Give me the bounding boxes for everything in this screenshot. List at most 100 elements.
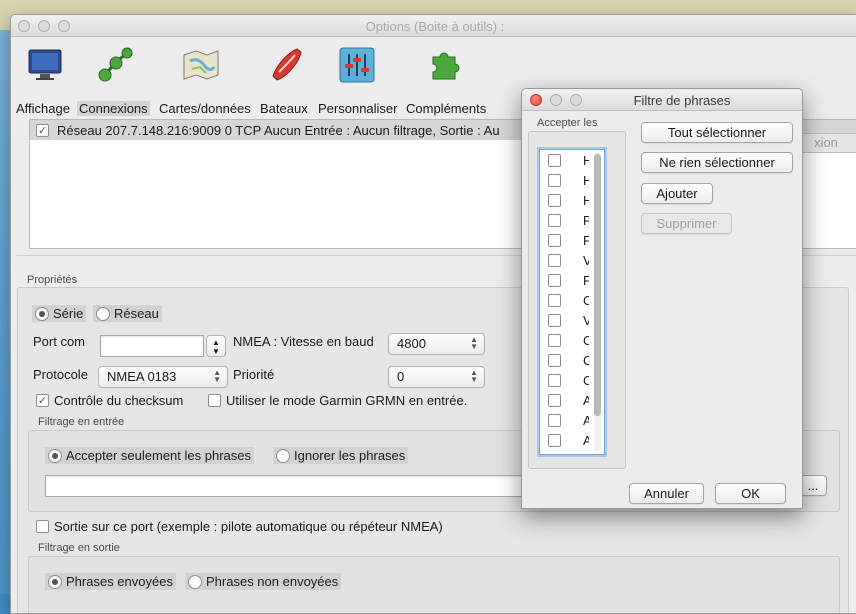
- sentence-label: V: [583, 253, 589, 268]
- monitor-icon: [23, 43, 67, 87]
- tab-personnaliser[interactable]: Personnaliser: [318, 43, 398, 116]
- radio-serie-control[interactable]: [35, 306, 49, 321]
- select-arrows-icon: ▲ ▼: [213, 368, 221, 384]
- radio-reseau[interactable]: Réseau: [93, 305, 162, 322]
- radio-accept-only-control[interactable]: [48, 448, 62, 463]
- select-all-button[interactable]: Tout sélectionner: [641, 122, 793, 143]
- radio-sent-control[interactable]: [48, 574, 62, 589]
- checksum-option[interactable]: ✓ Contrôle du checksum: [36, 393, 183, 408]
- sentence-checkbox[interactable]: [548, 313, 561, 327]
- output-filter-title: Filtrage en sortie: [38, 542, 120, 554]
- close-dialog-icon[interactable]: [530, 94, 542, 106]
- sliders-icon: [335, 43, 379, 87]
- tab-cartes-label: Cartes/données: [159, 101, 251, 116]
- sentence-label: A: [583, 393, 589, 408]
- port-com-field[interactable]: [100, 335, 204, 357]
- radio-accept-only-label: Accepter seulement les phrases: [66, 448, 251, 463]
- tab-cartes[interactable]: Cartes/données: [159, 43, 251, 116]
- sentence-filter-dialog: Filtre de phrases Accepter les HHHFFVFCV…: [521, 88, 803, 509]
- sentence-checkbox[interactable]: [548, 173, 561, 187]
- ok-button[interactable]: OK: [715, 483, 786, 504]
- radio-not-sent-label: Phrases non envoyées: [206, 574, 339, 589]
- sentence-list[interactable]: HHHFFVFCVCCCAAA: [539, 149, 605, 455]
- map-icon: [179, 43, 223, 87]
- connection-enabled-checkbox[interactable]: ✓: [36, 123, 49, 137]
- port-com-stepper[interactable]: ▲ ▼: [206, 335, 226, 357]
- sentence-checkbox[interactable]: [548, 273, 561, 287]
- remove-sentence-button[interactable]: Supprimer: [641, 213, 732, 234]
- garmin-option[interactable]: Utiliser le mode Garmin GRMN en entrée.: [208, 393, 467, 408]
- sentence-checkbox[interactable]: [548, 333, 561, 347]
- sentence-checkbox[interactable]: [548, 253, 561, 267]
- sentence-checkbox[interactable]: [548, 393, 561, 407]
- radio-ignore[interactable]: Ignorer les phrases: [273, 447, 409, 464]
- scrollbar-thumb[interactable]: [594, 154, 601, 416]
- radio-serie[interactable]: Série: [32, 305, 87, 322]
- sentence-list-scrollbar[interactable]: [594, 152, 601, 452]
- protocol-select[interactable]: NMEA 0183 ▲ ▼: [98, 366, 228, 388]
- port-com-label: Port com: [33, 334, 86, 349]
- input-filter-title: Filtrage en entrée: [38, 416, 125, 428]
- output-checkbox[interactable]: [36, 520, 49, 533]
- tab-complements-label: Compléments: [406, 101, 487, 116]
- tab-personnaliser-label: Personnaliser: [318, 101, 398, 116]
- radio-reseau-control[interactable]: [96, 306, 110, 321]
- radio-ignore-control[interactable]: [276, 448, 290, 463]
- sentence-label: H: [583, 193, 589, 208]
- tab-connexions[interactable]: Connexions: [77, 43, 150, 116]
- input-sentence-field[interactable]: [45, 475, 535, 497]
- sentence-checkbox[interactable]: [548, 153, 561, 167]
- puzzle-piece-icon: [423, 43, 467, 87]
- sentence-label: F: [583, 213, 589, 228]
- sentence-label: H: [583, 173, 589, 188]
- tab-bateaux-label: Bateaux: [260, 101, 308, 116]
- select-none-button[interactable]: Ne rien sélectionner: [641, 152, 793, 173]
- tab-connexions-label: Connexions: [77, 101, 150, 116]
- edit-input-sentences-button[interactable]: ...: [799, 475, 827, 496]
- add-sentence-button[interactable]: Ajouter: [641, 183, 713, 204]
- sentence-label: V: [583, 313, 589, 328]
- dialog-titlebar[interactable]: Filtre de phrases: [522, 89, 802, 111]
- output-option[interactable]: Sortie sur ce port (exemple : pilote aut…: [36, 519, 443, 534]
- sentence-checkbox[interactable]: [548, 353, 561, 367]
- radio-not-sent[interactable]: Phrases non envoyées: [185, 573, 342, 590]
- dialog-title: Filtre de phrases: [633, 93, 731, 108]
- radio-sent[interactable]: Phrases envoyées: [45, 573, 176, 590]
- window-title: Options (Boite à outils) :: [365, 19, 505, 34]
- sentence-checkbox[interactable]: [548, 213, 561, 227]
- sentence-checkbox[interactable]: [548, 233, 561, 247]
- window-titlebar[interactable]: Options (Boite à outils) :: [11, 15, 856, 37]
- sentence-checkbox[interactable]: [548, 293, 561, 307]
- sentence-checkbox[interactable]: [548, 373, 561, 387]
- sentence-checkbox[interactable]: [548, 193, 561, 207]
- sentence-label: C: [583, 353, 589, 368]
- tab-affichage[interactable]: Affichage: [16, 43, 70, 116]
- sentence-label: C: [583, 293, 589, 308]
- baud-rate-label: NMEA : Vitesse en baud: [233, 334, 374, 349]
- tab-affichage-label: Affichage: [16, 101, 70, 116]
- baud-rate-select[interactable]: 4800 ▲ ▼: [388, 333, 485, 355]
- priority-select[interactable]: 0 ▲ ▼: [388, 366, 485, 388]
- radio-accept-only[interactable]: Accepter seulement les phrases: [45, 447, 254, 464]
- sentence-label: C: [583, 373, 589, 388]
- tab-complements[interactable]: Compléments: [406, 43, 486, 116]
- radio-sent-label: Phrases envoyées: [66, 574, 173, 589]
- minimize-dialog-icon[interactable]: [550, 94, 562, 106]
- select-arrows-icon: ▲ ▼: [470, 368, 478, 384]
- sentence-label: C: [583, 333, 589, 348]
- radio-ignore-label: Ignorer les phrases: [294, 448, 406, 463]
- sentence-checkbox[interactable]: [548, 413, 561, 427]
- accept-group-title: Accepter les: [537, 117, 598, 129]
- cancel-button[interactable]: Annuler: [629, 483, 704, 504]
- tab-bateaux[interactable]: Bateaux: [260, 43, 308, 116]
- properties-group-title: Propriétés: [27, 274, 78, 286]
- checksum-checkbox[interactable]: ✓: [36, 394, 49, 407]
- priority-label: Priorité: [233, 367, 275, 382]
- select-arrows-icon: ▲ ▼: [470, 335, 478, 351]
- sentence-label: A: [583, 413, 589, 428]
- sentence-checkbox[interactable]: [548, 433, 561, 447]
- garmin-checkbox[interactable]: [208, 394, 221, 407]
- sentence-label: F: [583, 273, 589, 288]
- connection-row-text: Réseau 207.7.148.216:9009 0 TCP Aucun En…: [57, 122, 500, 138]
- radio-not-sent-control[interactable]: [188, 574, 202, 589]
